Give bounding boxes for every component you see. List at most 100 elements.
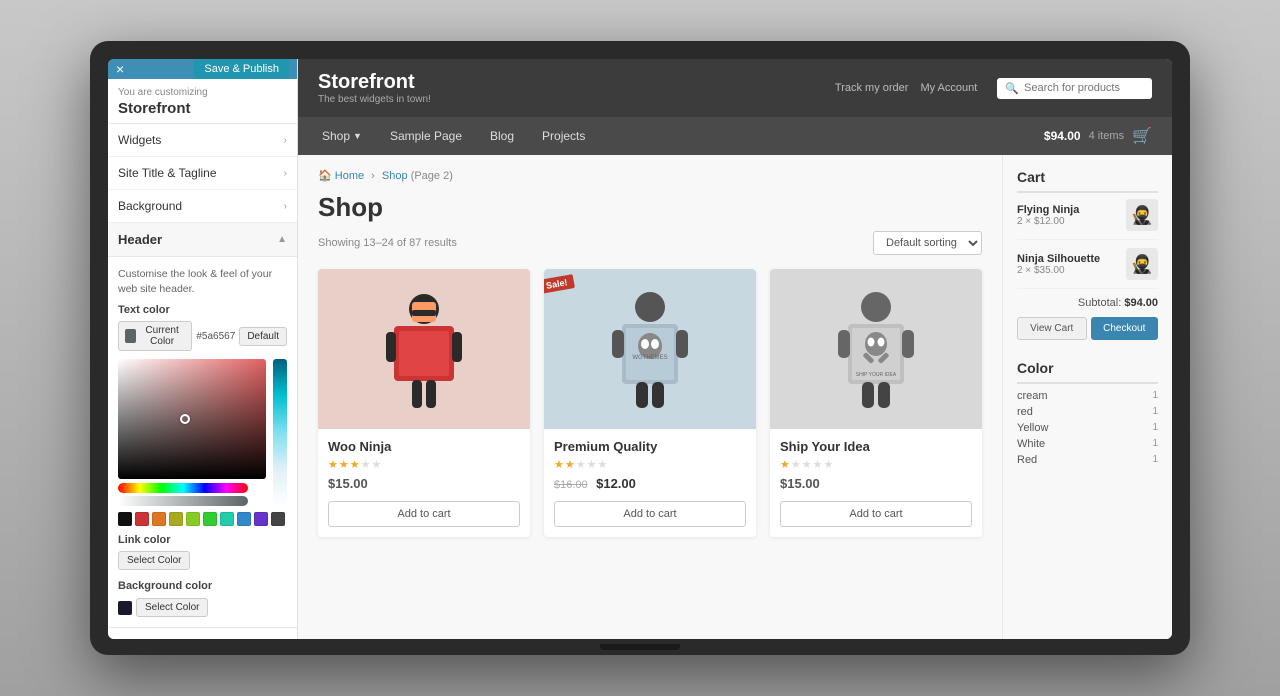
track-order-link[interactable]: Track my order [835, 82, 909, 94]
cart-item-info: Ninja Silhouette 2 × $35.00 [1017, 253, 1118, 276]
my-account-link[interactable]: My Account [920, 82, 977, 94]
nav-item-projects[interactable]: Projects [538, 129, 589, 143]
add-to-cart-button[interactable]: Add to cart [328, 501, 520, 527]
new-price: $12.00 [596, 476, 636, 491]
breadcrumb-shop[interactable]: Shop [382, 170, 411, 182]
close-button[interactable]: × [116, 61, 124, 77]
sort-select[interactable]: Default sorting [873, 231, 982, 255]
site-brand: Storefront The best widgets in town! [318, 71, 815, 105]
color-filter-title: Color [1017, 360, 1158, 384]
background-color-label: Background color [118, 580, 287, 592]
product-info: Woo Ninja ★ ★ ★ ★ ★ $15.00 [318, 429, 530, 537]
text-color-row: Current Color #5a6567 Default [118, 321, 287, 351]
chevron-right-icon: › [284, 168, 287, 179]
search-input[interactable] [1024, 82, 1144, 94]
nav-item-sample[interactable]: Sample Page [386, 129, 466, 143]
add-to-cart-button[interactable]: Add to cart [780, 501, 972, 527]
swatch-green[interactable] [203, 512, 217, 526]
color-swatches [118, 512, 287, 526]
products-grid: Woo Ninja ★ ★ ★ ★ ★ $15.00 [318, 269, 982, 537]
product-image [318, 269, 530, 429]
price-row: $15.00 [328, 475, 520, 493]
swatch-black[interactable] [118, 512, 132, 526]
site-tagline: The best widgets in town! [318, 94, 815, 105]
nav-item-site-title[interactable]: Site Title & Tagline › [108, 157, 297, 190]
product-info: Ship Your Idea ★ ★ ★ ★ ★ $15.00 [770, 429, 982, 537]
filter-item[interactable]: Red 1 [1017, 454, 1158, 466]
cart-item-image: 🥷 [1126, 248, 1158, 280]
svg-text:WGTHEMES: WGTHEMES [632, 355, 667, 361]
swatch-teal[interactable] [220, 512, 234, 526]
hue-slider[interactable] [118, 483, 248, 493]
text-color-label: Text color [118, 304, 287, 316]
nav-item-background[interactable]: Background › [108, 190, 297, 223]
site-title: Storefront [318, 71, 815, 94]
filter-item[interactable]: Yellow 1 [1017, 422, 1158, 434]
header-description: Customise the look & feel of your web si… [118, 267, 287, 296]
shop-meta-row: Showing 13–24 of 87 results Default sort… [318, 231, 982, 255]
star-rating: ★ ★ ★ ★ ★ [780, 458, 972, 471]
product-price: $15.00 [328, 476, 368, 491]
swatch-blue[interactable] [237, 512, 251, 526]
right-sidebar: Cart Flying Ninja 2 × $12.00 🥷 Ninja Sil… [1002, 155, 1172, 639]
filter-item[interactable]: red 1 [1017, 406, 1158, 418]
bg-select-color-button[interactable]: Select Color [136, 598, 208, 617]
content-area: 🏠 Home › Shop (Page 2) Shop Showing 13–2… [298, 155, 1172, 639]
cart-item: Flying Ninja 2 × $12.00 🥷 [1017, 199, 1158, 240]
add-to-cart-button[interactable]: Add to cart [554, 501, 746, 527]
customizing-name: Storefront [118, 100, 287, 117]
header-section-content: Customise the look & feel of your web si… [108, 257, 297, 628]
save-publish-button[interactable]: Save & Publish [194, 59, 289, 79]
alpha-slider[interactable] [118, 496, 248, 506]
current-color-button[interactable]: Current Color [118, 321, 192, 351]
view-cart-button[interactable]: View Cart [1017, 317, 1087, 340]
color-picker[interactable] [118, 359, 287, 506]
cart-widget-title: Cart [1017, 169, 1158, 193]
nav-item-footer[interactable]: Footer › [108, 628, 297, 639]
cart-item-info: Flying Ninja 2 × $12.00 [1017, 204, 1118, 227]
hue-strip[interactable] [273, 359, 287, 506]
link-select-color-button[interactable]: Select Color [118, 551, 190, 570]
shop-main: 🏠 Home › Shop (Page 2) Shop Showing 13–2… [298, 155, 1002, 639]
cart-item-image: 🥷 [1126, 199, 1158, 231]
product-name: Ship Your Idea [780, 439, 972, 454]
filter-item[interactable]: White 1 [1017, 438, 1158, 450]
customizing-section: You are customizing Storefront [108, 79, 297, 124]
color-gradient-picker[interactable] [118, 359, 266, 479]
old-price: $16.00 [554, 479, 588, 491]
picker-circle [180, 414, 190, 424]
product-name: Woo Ninja [328, 439, 520, 454]
nav-item-widgets[interactable]: Widgets › [108, 124, 297, 157]
swatch-red[interactable] [135, 512, 149, 526]
breadcrumb-home[interactable]: 🏠 Home [318, 170, 364, 182]
header-section-toggle[interactable]: Header ▲ [108, 223, 297, 257]
swatch-purple[interactable] [254, 512, 268, 526]
woo-ninja-svg [384, 284, 464, 414]
swatch-orange[interactable] [152, 512, 166, 526]
default-button[interactable]: Default [239, 327, 287, 346]
swatch-lime[interactable] [186, 512, 200, 526]
nav-item-blog[interactable]: Blog [486, 129, 518, 143]
cart-icon[interactable]: 🛒 [1132, 126, 1152, 146]
filter-item[interactable]: cream 1 [1017, 390, 1158, 402]
subtotal-value: $94.00 [1124, 297, 1158, 309]
cart-subtotal: Subtotal: $94.00 [1017, 297, 1158, 309]
swatch-olive[interactable] [169, 512, 183, 526]
nav-item-shop[interactable]: Shop ▼ [318, 129, 366, 143]
premium-quality-svg: WGTHEMES [610, 284, 690, 414]
price-row: $15.00 [780, 475, 972, 493]
checkout-button[interactable]: Checkout [1091, 317, 1159, 340]
main-area: Storefront The best widgets in town! Tra… [298, 59, 1172, 639]
cart-buttons: View Cart Checkout [1017, 317, 1158, 340]
cart-item-name: Flying Ninja [1017, 204, 1118, 216]
search-box: 🔍 [997, 78, 1152, 99]
price-row: $16.00 $12.00 [554, 475, 746, 493]
customizer-panel: × Save & Publish You are customizing Sto… [108, 59, 298, 639]
product-image: Sale! WGTHEME [544, 269, 756, 429]
background-color-row: Select Color [118, 598, 287, 617]
swatch-darkgray[interactable] [271, 512, 285, 526]
shop-title: Shop [318, 192, 982, 223]
svg-text:SHIP YOUR IDEA: SHIP YOUR IDEA [856, 372, 897, 378]
cart-item-qty: 2 × $35.00 [1017, 265, 1118, 276]
cart-item-qty: 2 × $12.00 [1017, 216, 1118, 227]
